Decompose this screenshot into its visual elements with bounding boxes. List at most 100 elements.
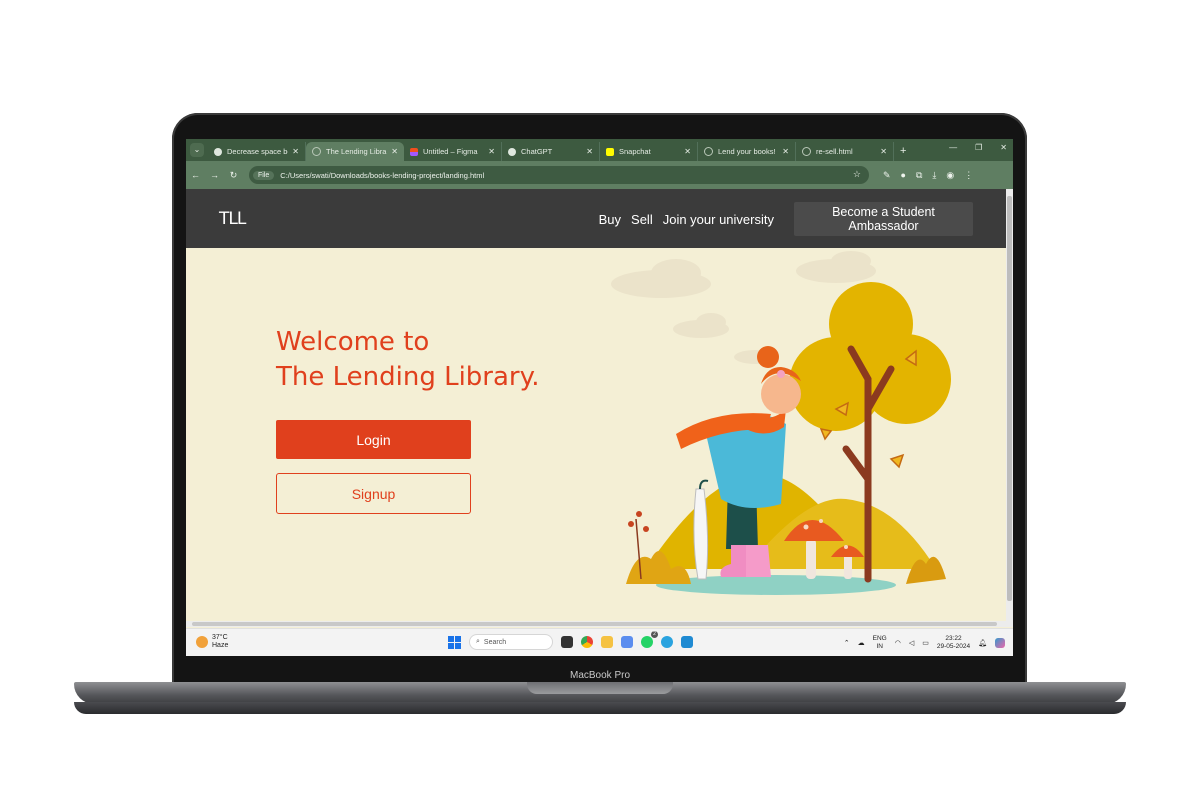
tab-title: ChatGPT — [521, 147, 553, 156]
tab-search-button[interactable]: ⌄ — [190, 143, 204, 157]
copilot-icon[interactable] — [621, 636, 633, 648]
battery-icon[interactable]: ▭ — [922, 639, 929, 647]
url-text[interactable]: C:/Users/swati/Downloads/books-lending-p… — [280, 171, 484, 180]
nav-links: Buy Sell Join your university — [599, 212, 774, 227]
download-icon[interactable]: ⤓ — [932, 170, 936, 181]
weather-icon — [196, 636, 208, 648]
browser-toolbar: ← → ↻ File C:/Users/swati/Downloads/book… — [186, 161, 1013, 189]
screen: ⌄ Decrease space betw ✕ The Lending Libr… — [186, 139, 1013, 656]
browser-tab[interactable]: Untitled – Figma ✕ — [404, 142, 502, 161]
file-explorer-icon[interactable] — [601, 636, 613, 648]
vscode-icon[interactable] — [681, 636, 693, 648]
window-controls: — ❐ ✕ — [949, 143, 1007, 152]
globe-icon — [312, 147, 321, 156]
browser-tab[interactable]: ChatGPT ✕ — [502, 142, 600, 161]
site-logo[interactable]: TLL — [219, 209, 246, 229]
language-indicator[interactable]: ENG IN — [873, 635, 887, 651]
figma-icon — [410, 147, 418, 156]
weather-condition: Haze — [212, 642, 229, 649]
hero-illustration — [611, 251, 951, 595]
copilot-tray-icon[interactable] — [995, 638, 1005, 648]
taskbar: 37°C Haze ⌕ Search 2 ⌃ ☁ ENG IN ◠ ◁ ▭ 23… — [186, 628, 1013, 656]
address-bar[interactable]: File C:/Users/swati/Downloads/books-lend… — [249, 166, 869, 184]
close-icon[interactable]: ✕ — [880, 147, 887, 156]
pen-icon[interactable]: ✎ — [883, 170, 891, 181]
file-chip[interactable]: File — [253, 170, 275, 180]
date: 29-05-2024 — [936, 643, 971, 650]
telegram-icon[interactable] — [661, 636, 673, 648]
close-icon[interactable]: ✕ — [292, 147, 299, 156]
reload-icon[interactable]: ↻ — [224, 170, 243, 181]
search-icon: ⌕ — [476, 638, 480, 645]
browser-tab-active[interactable]: The Lending Library ✕ — [306, 142, 404, 161]
chatgpt-icon — [214, 147, 222, 156]
hero-title: Welcome to The Lending Library. — [276, 325, 540, 395]
task-view-icon[interactable] — [561, 636, 573, 648]
restore-icon[interactable]: ❐ — [975, 143, 982, 152]
extensions-icon[interactable]: ⧉ — [916, 170, 922, 181]
back-icon[interactable]: ← — [186, 170, 205, 180]
snapchat-icon — [606, 147, 614, 156]
notification-badge: 2 — [651, 631, 658, 638]
temperature: 37°C — [212, 634, 228, 641]
vertical-scroll-thumb[interactable] — [1007, 196, 1012, 601]
horizontal-scroll-thumb[interactable] — [192, 622, 997, 626]
close-icon[interactable]: ✕ — [586, 147, 593, 156]
cloud-icon[interactable]: ☁ — [858, 639, 865, 647]
new-tab-icon[interactable]: + — [900, 145, 906, 157]
tab-title: The Lending Library — [326, 147, 388, 156]
nav-buy[interactable]: Buy — [599, 212, 621, 227]
nav-sell[interactable]: Sell — [631, 212, 653, 227]
laptop-notch — [527, 682, 673, 694]
forward-icon[interactable]: → — [205, 170, 224, 180]
signup-button[interactable]: Signup — [276, 473, 471, 514]
chevron-down-icon: ⌄ — [193, 145, 201, 154]
star-icon[interactable]: ☆ — [853, 169, 861, 180]
taskbar-search-placeholder: Search — [483, 638, 507, 646]
minimize-icon[interactable]: — — [949, 143, 957, 152]
tab-title: Decrease space betw — [227, 147, 288, 156]
close-icon[interactable]: ✕ — [391, 147, 398, 156]
close-icon[interactable]: ✕ — [488, 147, 495, 156]
weather-text: 37°C Haze — [212, 634, 228, 650]
close-icon[interactable]: ✕ — [684, 147, 691, 156]
menu-icon[interactable]: ⋮ — [964, 170, 973, 181]
chevron-up-icon[interactable]: ⌃ — [844, 639, 850, 647]
whatsapp-icon[interactable]: 2 — [641, 631, 658, 648]
windows-start-icon[interactable] — [448, 635, 461, 649]
browser-tab[interactable]: re-sell.html ✕ — [796, 142, 894, 161]
site-navbar: TLL Buy Sell Join your university Become… — [186, 189, 1006, 248]
login-button[interactable]: Login — [276, 420, 471, 459]
globe-icon — [704, 147, 713, 156]
wifi-icon[interactable]: ◠ — [895, 639, 901, 647]
nav-join-university[interactable]: Join your university — [663, 212, 774, 227]
tab-title: Untitled – Figma — [423, 147, 478, 156]
tab-title: Lend your books! — [718, 147, 776, 156]
chrome-icon[interactable] — [581, 636, 593, 648]
taskbar-search[interactable]: ⌕ Search — [469, 634, 553, 650]
close-icon[interactable]: ✕ — [782, 147, 789, 156]
hero-line-1: Welcome to — [276, 327, 430, 357]
language-line-1: ENG — [872, 635, 887, 642]
close-window-icon[interactable]: ✕ — [1000, 143, 1007, 152]
browser-tab[interactable]: Lend your books! ✕ — [698, 142, 796, 161]
tab-strip: ⌄ Decrease space betw ✕ The Lending Libr… — [186, 139, 1013, 161]
tab-title: Snapchat — [619, 147, 651, 156]
student-ambassador-button[interactable]: Become a Student Ambassador — [794, 202, 973, 236]
device-label: MacBook Pro — [569, 670, 631, 681]
weather-widget[interactable]: 37°C Haze — [196, 634, 228, 650]
clock[interactable]: 23:22 29-05-2024 — [937, 635, 970, 651]
bell-icon[interactable]: 🔔︎ — [978, 639, 987, 647]
profile-avatar-icon[interactable]: ◉ — [946, 170, 954, 181]
browser-tab[interactable]: Decrease space betw ✕ — [208, 142, 306, 161]
globe-icon — [802, 147, 811, 156]
volume-icon[interactable]: ◁ — [909, 639, 914, 647]
time: 23:22 — [945, 635, 962, 642]
taskbar-apps: ⌕ Search 2 — [448, 631, 693, 650]
language-line-2: IN — [876, 643, 883, 650]
toolbar-icons: ✎ ● ⧉ ⤓ ◉ ⋮ — [883, 170, 973, 181]
extension-badge-icon[interactable]: ● — [901, 170, 906, 181]
browser-tab[interactable]: Snapchat ✕ — [600, 142, 698, 161]
system-tray: ⌃ ☁ ENG IN ◠ ◁ ▭ 23:22 29-05-2024 🔔︎ — [844, 635, 1005, 651]
chatgpt-icon — [508, 147, 516, 156]
